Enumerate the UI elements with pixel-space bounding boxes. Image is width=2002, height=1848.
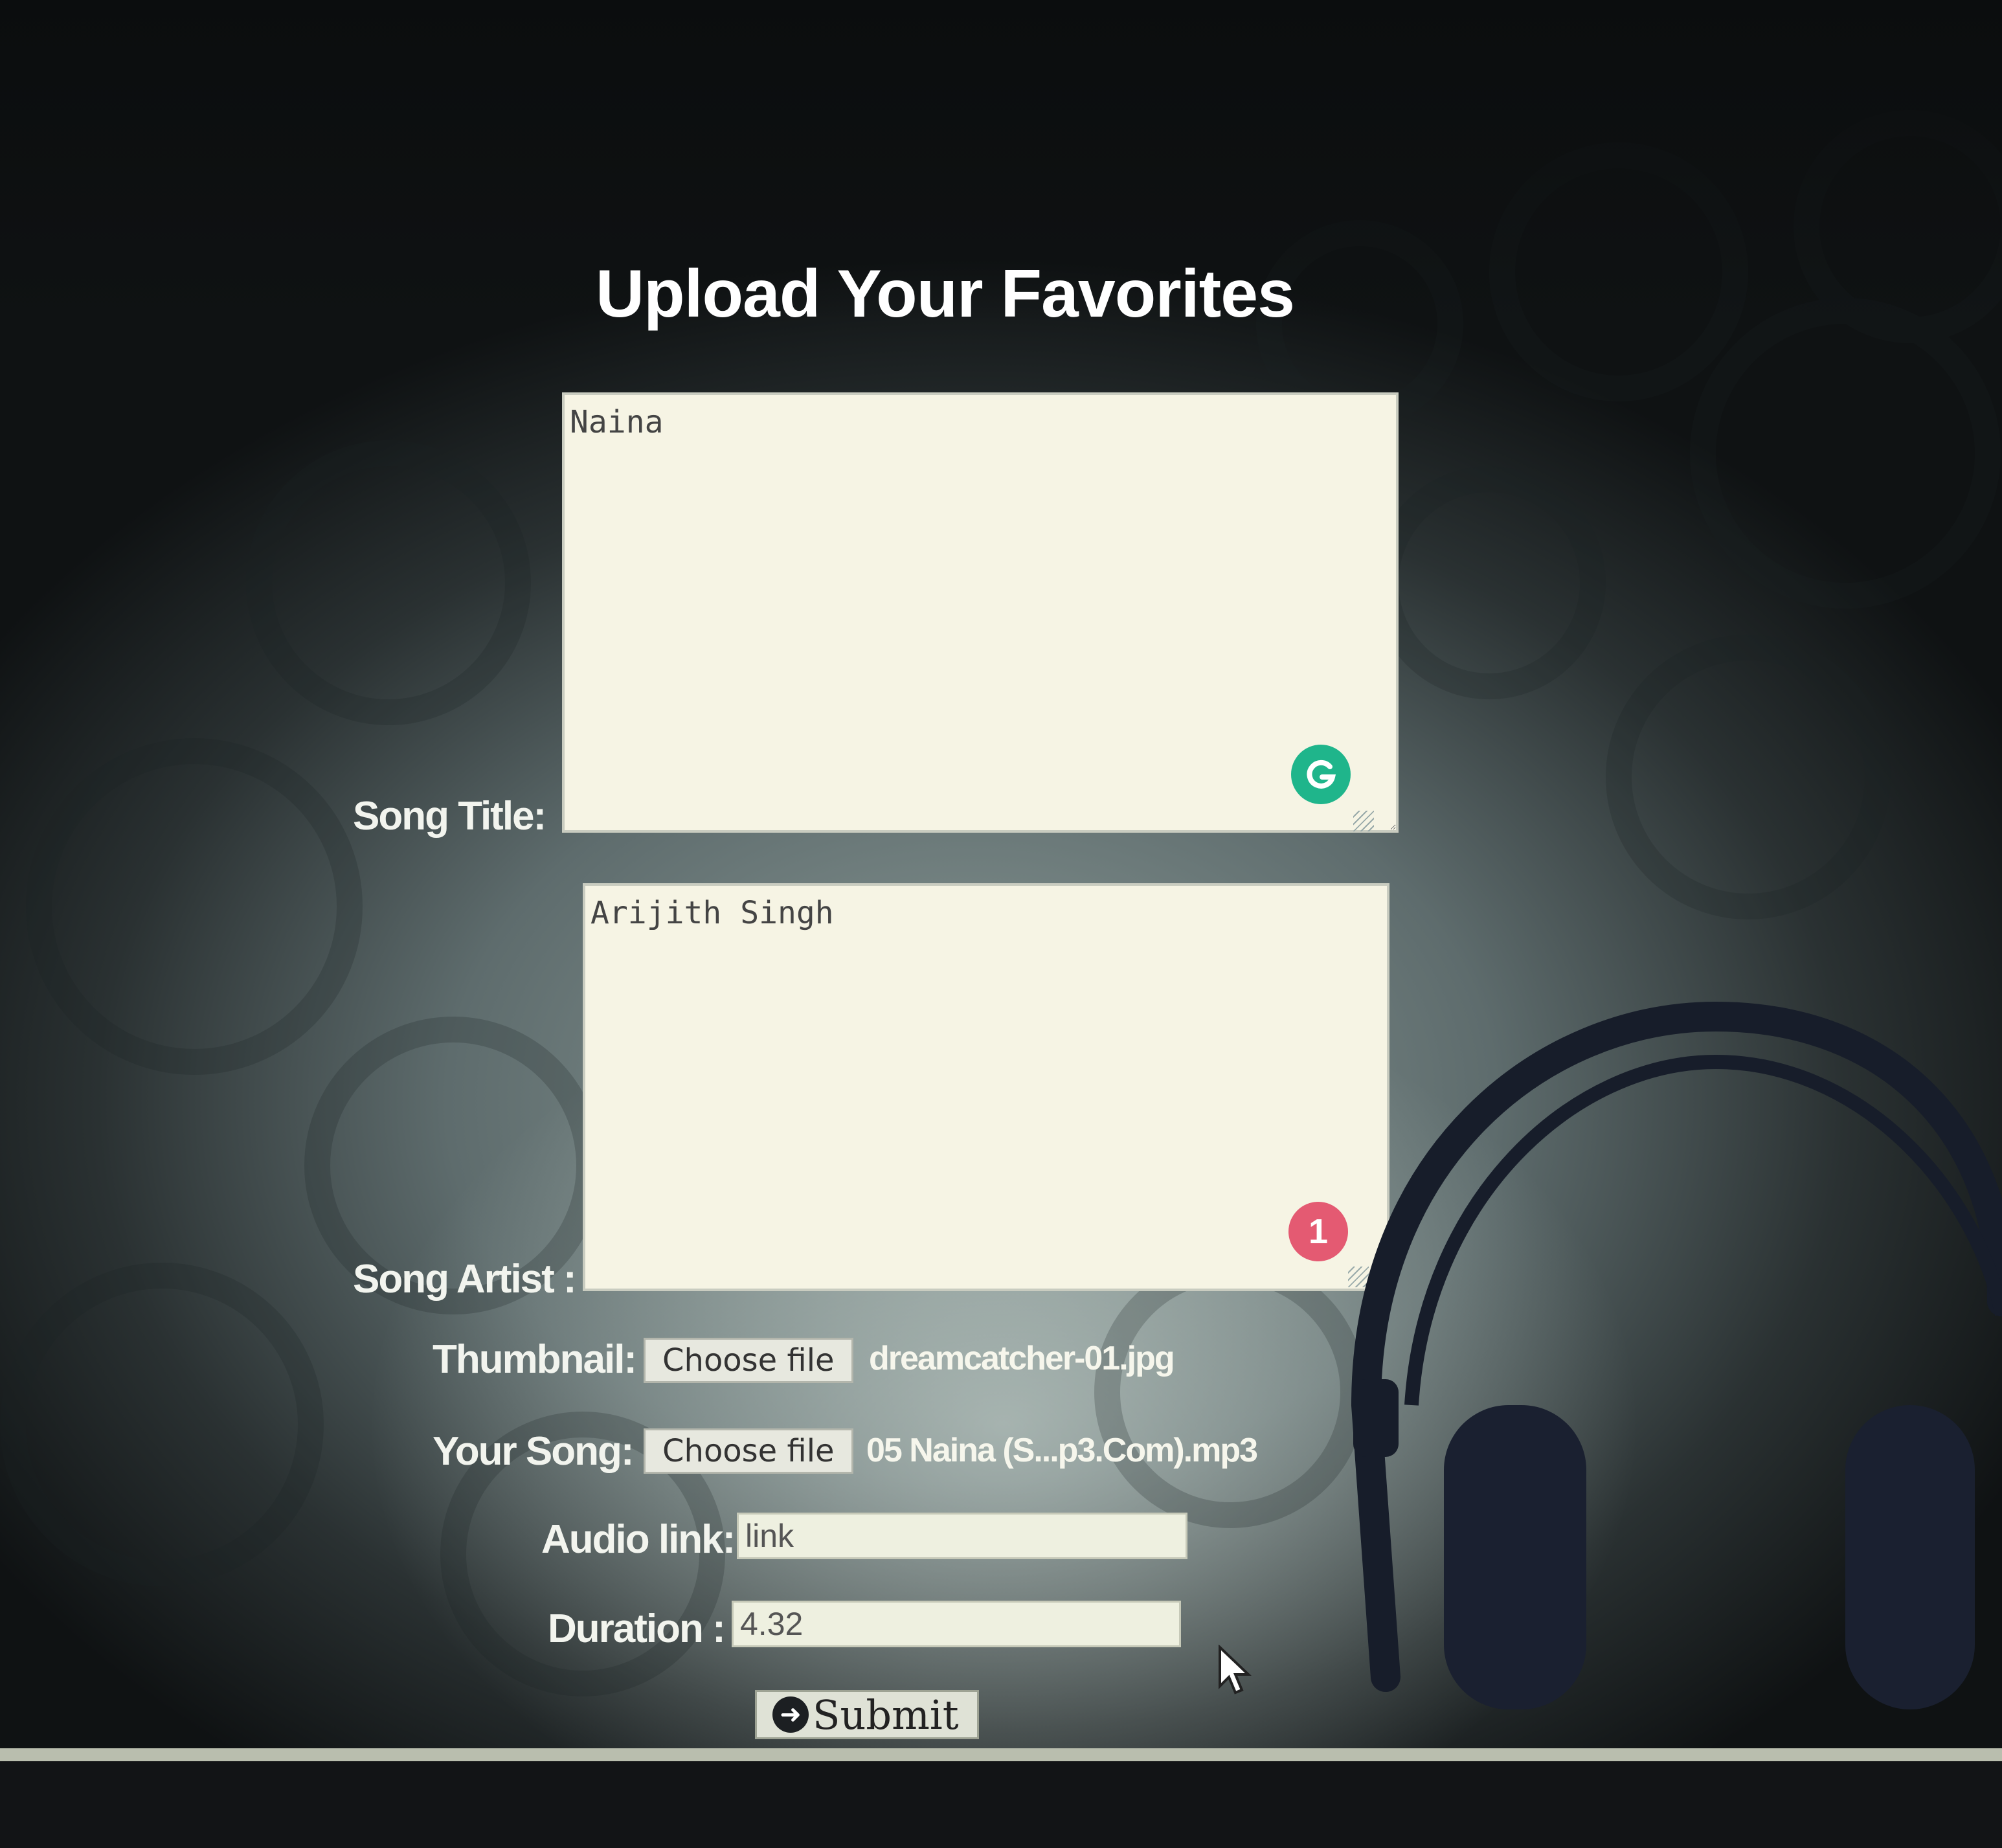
song-title-resize-handle[interactable] [1353, 811, 1374, 831]
page-title: Upload Your Favorites [596, 256, 1295, 332]
duration-input[interactable] [732, 1601, 1181, 1647]
grammarly-icon[interactable] [1291, 745, 1351, 804]
song-artist-label: Song Artist : [353, 1257, 577, 1301]
song-title-textarea[interactable]: Naina [562, 392, 1399, 833]
thumbnail-file-name: dreamcatcher-01.jpg [869, 1340, 1175, 1377]
audio-link-label: Audio link: [541, 1517, 736, 1562]
submit-label: Submit [813, 1691, 959, 1739]
headphones-icon [1351, 1001, 2002, 1709]
thumbnail-choose-file-button[interactable]: Choose file [644, 1338, 853, 1383]
song-artist-textarea[interactable]: Arijith Singh [583, 883, 1389, 1291]
mouse-cursor-icon [1219, 1645, 1252, 1695]
arrow-right-circle-icon: ➜ [772, 1696, 809, 1733]
thumbnail-label: Thumbnail: [433, 1337, 637, 1382]
monitor-bezel [0, 1761, 2002, 1848]
your-song-file-name: 05 Naina (S...p3.Com).mp3 [866, 1432, 1258, 1469]
submit-button[interactable]: ➜ Submit [755, 1690, 979, 1739]
duration-label: Duration : [548, 1606, 726, 1651]
song-title-label: Song Title: [353, 794, 546, 839]
your-song-label: Your Song: [433, 1429, 634, 1474]
your-song-choose-file-button[interactable]: Choose file [644, 1428, 853, 1474]
audio-link-input[interactable] [737, 1513, 1187, 1559]
